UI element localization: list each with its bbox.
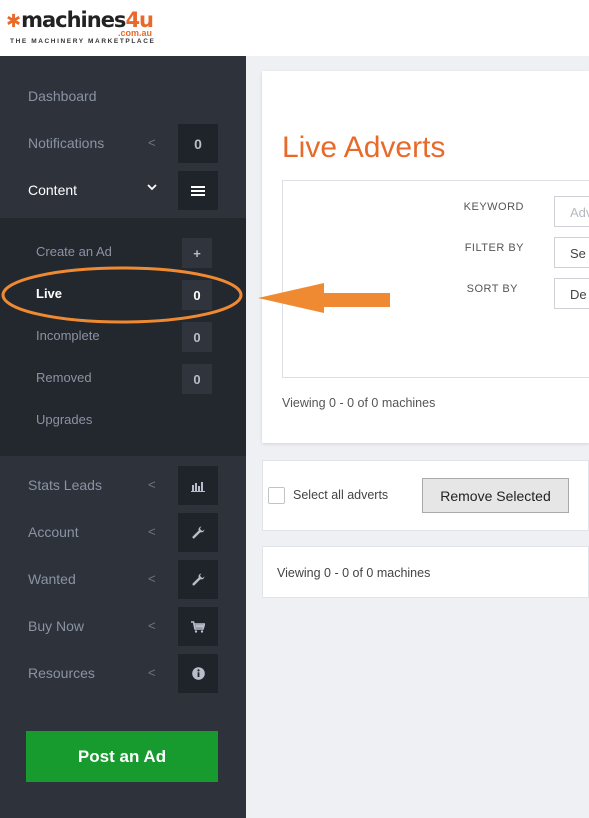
sort-by-select[interactable]: De (554, 278, 589, 309)
sidebar-item-label: Wanted (28, 571, 76, 587)
post-an-ad-button[interactable]: Post an Ad (26, 731, 218, 782)
keyword-label: KEYWORD (463, 201, 524, 213)
site-logo[interactable]: ✱machines4u .com.au THE MACHINERY MARKET… (6, 8, 176, 48)
submenu-item-label: Upgrades (36, 412, 93, 427)
sidebar-item-account[interactable]: Account < (0, 513, 246, 553)
submenu-item-create-ad[interactable]: Create an Ad + (0, 238, 246, 268)
cart-icon (178, 607, 218, 646)
submenu-item-removed[interactable]: Removed 0 (0, 364, 246, 394)
submenu-item-incomplete[interactable]: Incomplete 0 (0, 322, 246, 352)
sidebar-item-label: Stats Leads (28, 477, 102, 493)
chevron-left-icon: < (148, 665, 156, 680)
sidebar-item-buy-now[interactable]: Buy Now < (0, 607, 246, 647)
notifications-count-badge: 0 (178, 124, 218, 163)
select-all-checkbox[interactable] (268, 487, 285, 504)
filter-by-label: FILTER BY (464, 242, 524, 254)
chevron-left-icon: < (148, 477, 156, 492)
chevron-left-icon: < (148, 618, 156, 633)
submenu-item-label: Removed (36, 370, 92, 385)
sidebar-item-label: Buy Now (28, 618, 85, 634)
page-title: Live Adverts (282, 131, 446, 164)
sidebar: Dashboard Notifications < 0 Content Crea… (0, 56, 246, 818)
plus-icon: + (182, 238, 212, 268)
sidebar-item-label: Resources (28, 665, 95, 681)
sidebar-item-stats-leads[interactable]: Stats Leads < (0, 466, 246, 506)
filter-box: KEYWORD Adv FILTER BY Se SORT BY De (282, 180, 589, 378)
sort-by-label: SORT BY (466, 283, 518, 295)
logo-tagline: THE MACHINERY MARKETPLACE (10, 38, 156, 45)
logo-domain: .com.au (118, 28, 153, 38)
viewing-count-top: Viewing 0 - 0 of 0 machines (282, 396, 436, 410)
live-adverts-panel: Live Adverts KEYWORD Adv FILTER BY Se SO… (262, 71, 589, 443)
wrench-icon (178, 560, 218, 599)
live-count-badge: 0 (182, 280, 212, 310)
submenu-item-label: Incomplete (36, 328, 100, 343)
chevron-down-icon (146, 181, 158, 196)
bar-chart-icon (178, 466, 218, 505)
chevron-left-icon: < (148, 135, 156, 150)
sidebar-item-notifications[interactable]: Notifications < 0 (0, 124, 246, 164)
info-icon (178, 654, 218, 693)
results-panel: Viewing 0 - 0 of 0 machines (262, 546, 589, 598)
submenu-item-label: Live (36, 286, 63, 301)
bulk-actions-bar: Select all adverts Remove Selected (262, 460, 589, 531)
chevron-left-icon: < (148, 524, 156, 539)
removed-count-badge: 0 (182, 364, 212, 394)
sidebar-item-label: Account (28, 524, 79, 540)
submenu-item-live[interactable]: Live 0 (0, 280, 246, 310)
submenu-item-upgrades[interactable]: Upgrades (0, 406, 246, 436)
wrench-icon (178, 513, 218, 552)
sidebar-item-label: Content (28, 182, 78, 198)
submenu-item-label: Create an Ad (36, 244, 112, 259)
content-submenu: Create an Ad + Live 0 Incomplete 0 Remov… (0, 218, 246, 456)
menu-icon (178, 171, 218, 210)
sidebar-item-dashboard[interactable]: Dashboard (0, 77, 246, 117)
sidebar-item-label: Dashboard (28, 88, 97, 104)
top-bar: ✱machines4u .com.au THE MACHINERY MARKET… (0, 0, 589, 56)
chevron-left-icon: < (148, 571, 156, 586)
keyword-input[interactable]: Adv (554, 196, 589, 227)
filter-by-select[interactable]: Se (554, 237, 589, 268)
sidebar-item-label: Notifications (28, 135, 105, 151)
select-all-label[interactable]: Select all adverts (293, 488, 388, 502)
sidebar-item-wanted[interactable]: Wanted < (0, 560, 246, 600)
remove-selected-button[interactable]: Remove Selected (422, 478, 569, 513)
sidebar-item-content[interactable]: Content (0, 171, 246, 211)
incomplete-count-badge: 0 (182, 322, 212, 352)
sidebar-item-resources[interactable]: Resources < (0, 654, 246, 694)
logo-gear-icon: ✱ (6, 11, 21, 32)
viewing-count-bottom: Viewing 0 - 0 of 0 machines (277, 566, 431, 580)
